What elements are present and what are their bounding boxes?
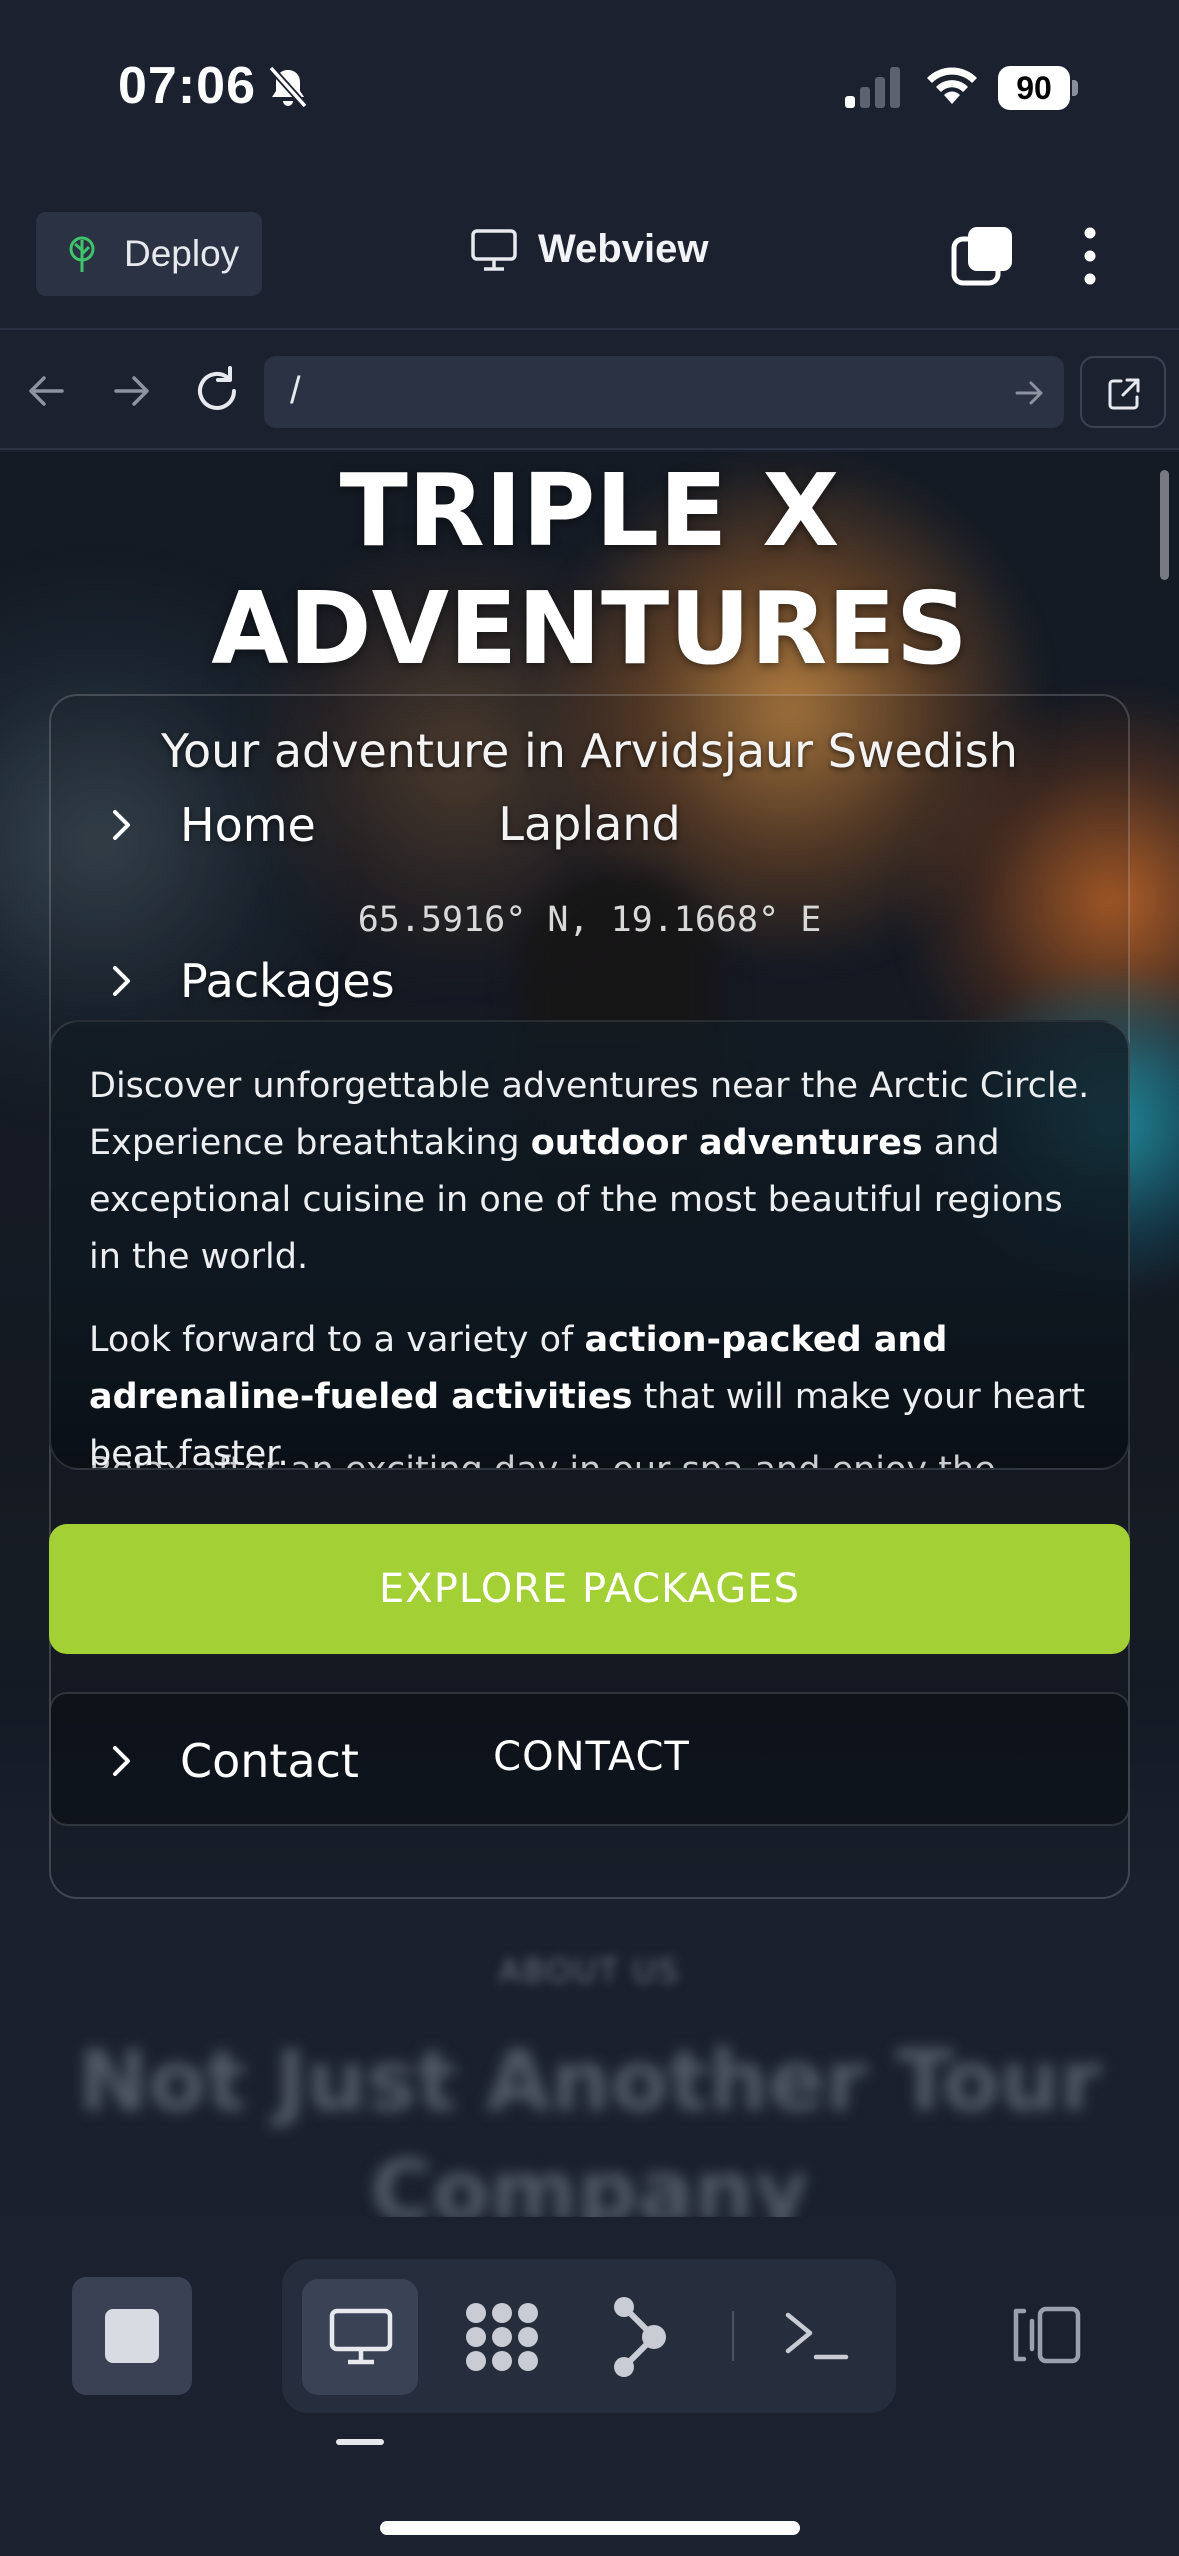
status-bar: 07:06 90 — [0, 0, 1179, 175]
signal-icon — [845, 67, 900, 108]
contact-row[interactable]: CONTACT Contact — [49, 1692, 1130, 1826]
nav-item-contact-label: Contact — [180, 1734, 359, 1788]
monitor-icon — [471, 228, 517, 271]
bell-off-icon — [268, 65, 308, 109]
explore-packages-label: EXPLORE PACKAGES — [379, 1566, 800, 1612]
toolbar-divider — [732, 2311, 734, 2361]
webview-tool-button[interactable] — [302, 2279, 418, 2395]
terminal-icon[interactable] — [782, 2303, 852, 2367]
deploy-tree-icon — [69, 236, 95, 272]
go-arrow-icon[interactable] — [1012, 376, 1046, 410]
chevron-right-icon — [113, 966, 130, 996]
about-title-line2: Company — [370, 2142, 809, 2217]
url-text[interactable]: / — [290, 370, 301, 413]
open-external-icon — [1108, 378, 1140, 410]
open-external-button[interactable] — [1080, 356, 1166, 428]
reload-icon[interactable] — [190, 364, 244, 418]
home-indicator[interactable] — [380, 2521, 800, 2535]
wifi-icon — [927, 67, 977, 104]
webview[interactable]: TRIPLE X ADVENTURES Your adventure in Ar… — [0, 452, 1179, 2217]
battery-level: 90 — [998, 66, 1070, 110]
webview-monitor-icon — [329, 2308, 393, 2365]
clusters-icon[interactable] — [462, 2299, 542, 2375]
stop-icon — [105, 2309, 159, 2363]
app-header: Deploy Webview — [0, 175, 1179, 330]
hero-title-line2: ADVENTURES — [211, 570, 968, 687]
chevron-right-icon — [113, 1746, 130, 1776]
nav-item-packages-label: Packages — [180, 954, 395, 1008]
about-label: ABOUT US — [498, 1952, 681, 1990]
explore-packages-button[interactable]: EXPLORE PACKAGES — [49, 1524, 1130, 1654]
more-vertical-icon[interactable] — [1070, 225, 1110, 287]
stop-button[interactable] — [72, 2277, 192, 2395]
battery-icon: 90 — [998, 66, 1078, 110]
chevron-right-icon — [113, 810, 130, 840]
graph-icon[interactable] — [612, 2295, 668, 2379]
hero-title-line1: TRIPLE X — [339, 452, 840, 569]
about-title-line1: Not Just Another Tour — [77, 2032, 1102, 2130]
header-title-text: Webview — [538, 227, 709, 271]
nav-item-home-label: Home — [180, 798, 316, 852]
nav-item-contact[interactable]: Contact — [110, 1734, 359, 1788]
arrow-left-icon[interactable] — [22, 366, 72, 416]
hero-subtitle-line1: Your adventure in Arvidsjaur Swedish — [161, 724, 1018, 778]
tabs-icon[interactable] — [950, 225, 1014, 287]
status-time: 07:06 — [118, 57, 256, 115]
tool-group — [282, 2259, 896, 2413]
url-bar: / — [0, 332, 1179, 450]
deploy-button[interactable]: Deploy — [36, 212, 262, 296]
layout-toggle-icon[interactable] — [1010, 2305, 1082, 2365]
description-paragraph-1: Discover unforgettable adventures near t… — [89, 1066, 1090, 1277]
nav-item-packages[interactable]: Packages — [110, 954, 395, 1008]
url-input[interactable]: / — [264, 356, 1064, 428]
header-title: Webview — [470, 227, 708, 272]
arrow-right-icon[interactable] — [106, 366, 156, 416]
description-paragraph-3: Relax after an exciting day in our spa a… — [89, 1450, 996, 1470]
coordinates: 65.5916° N, 19.1668° E — [357, 900, 822, 940]
description-card[interactable]: Discover unforgettable adventures near t… — [49, 1020, 1130, 1470]
bottom-toolbar — [0, 2217, 1179, 2556]
nav-item-home[interactable]: Home — [110, 798, 316, 852]
deploy-label: Deploy — [124, 233, 240, 274]
scrollbar-thumb[interactable] — [1160, 470, 1169, 580]
active-tab-indicator — [336, 2439, 384, 2445]
